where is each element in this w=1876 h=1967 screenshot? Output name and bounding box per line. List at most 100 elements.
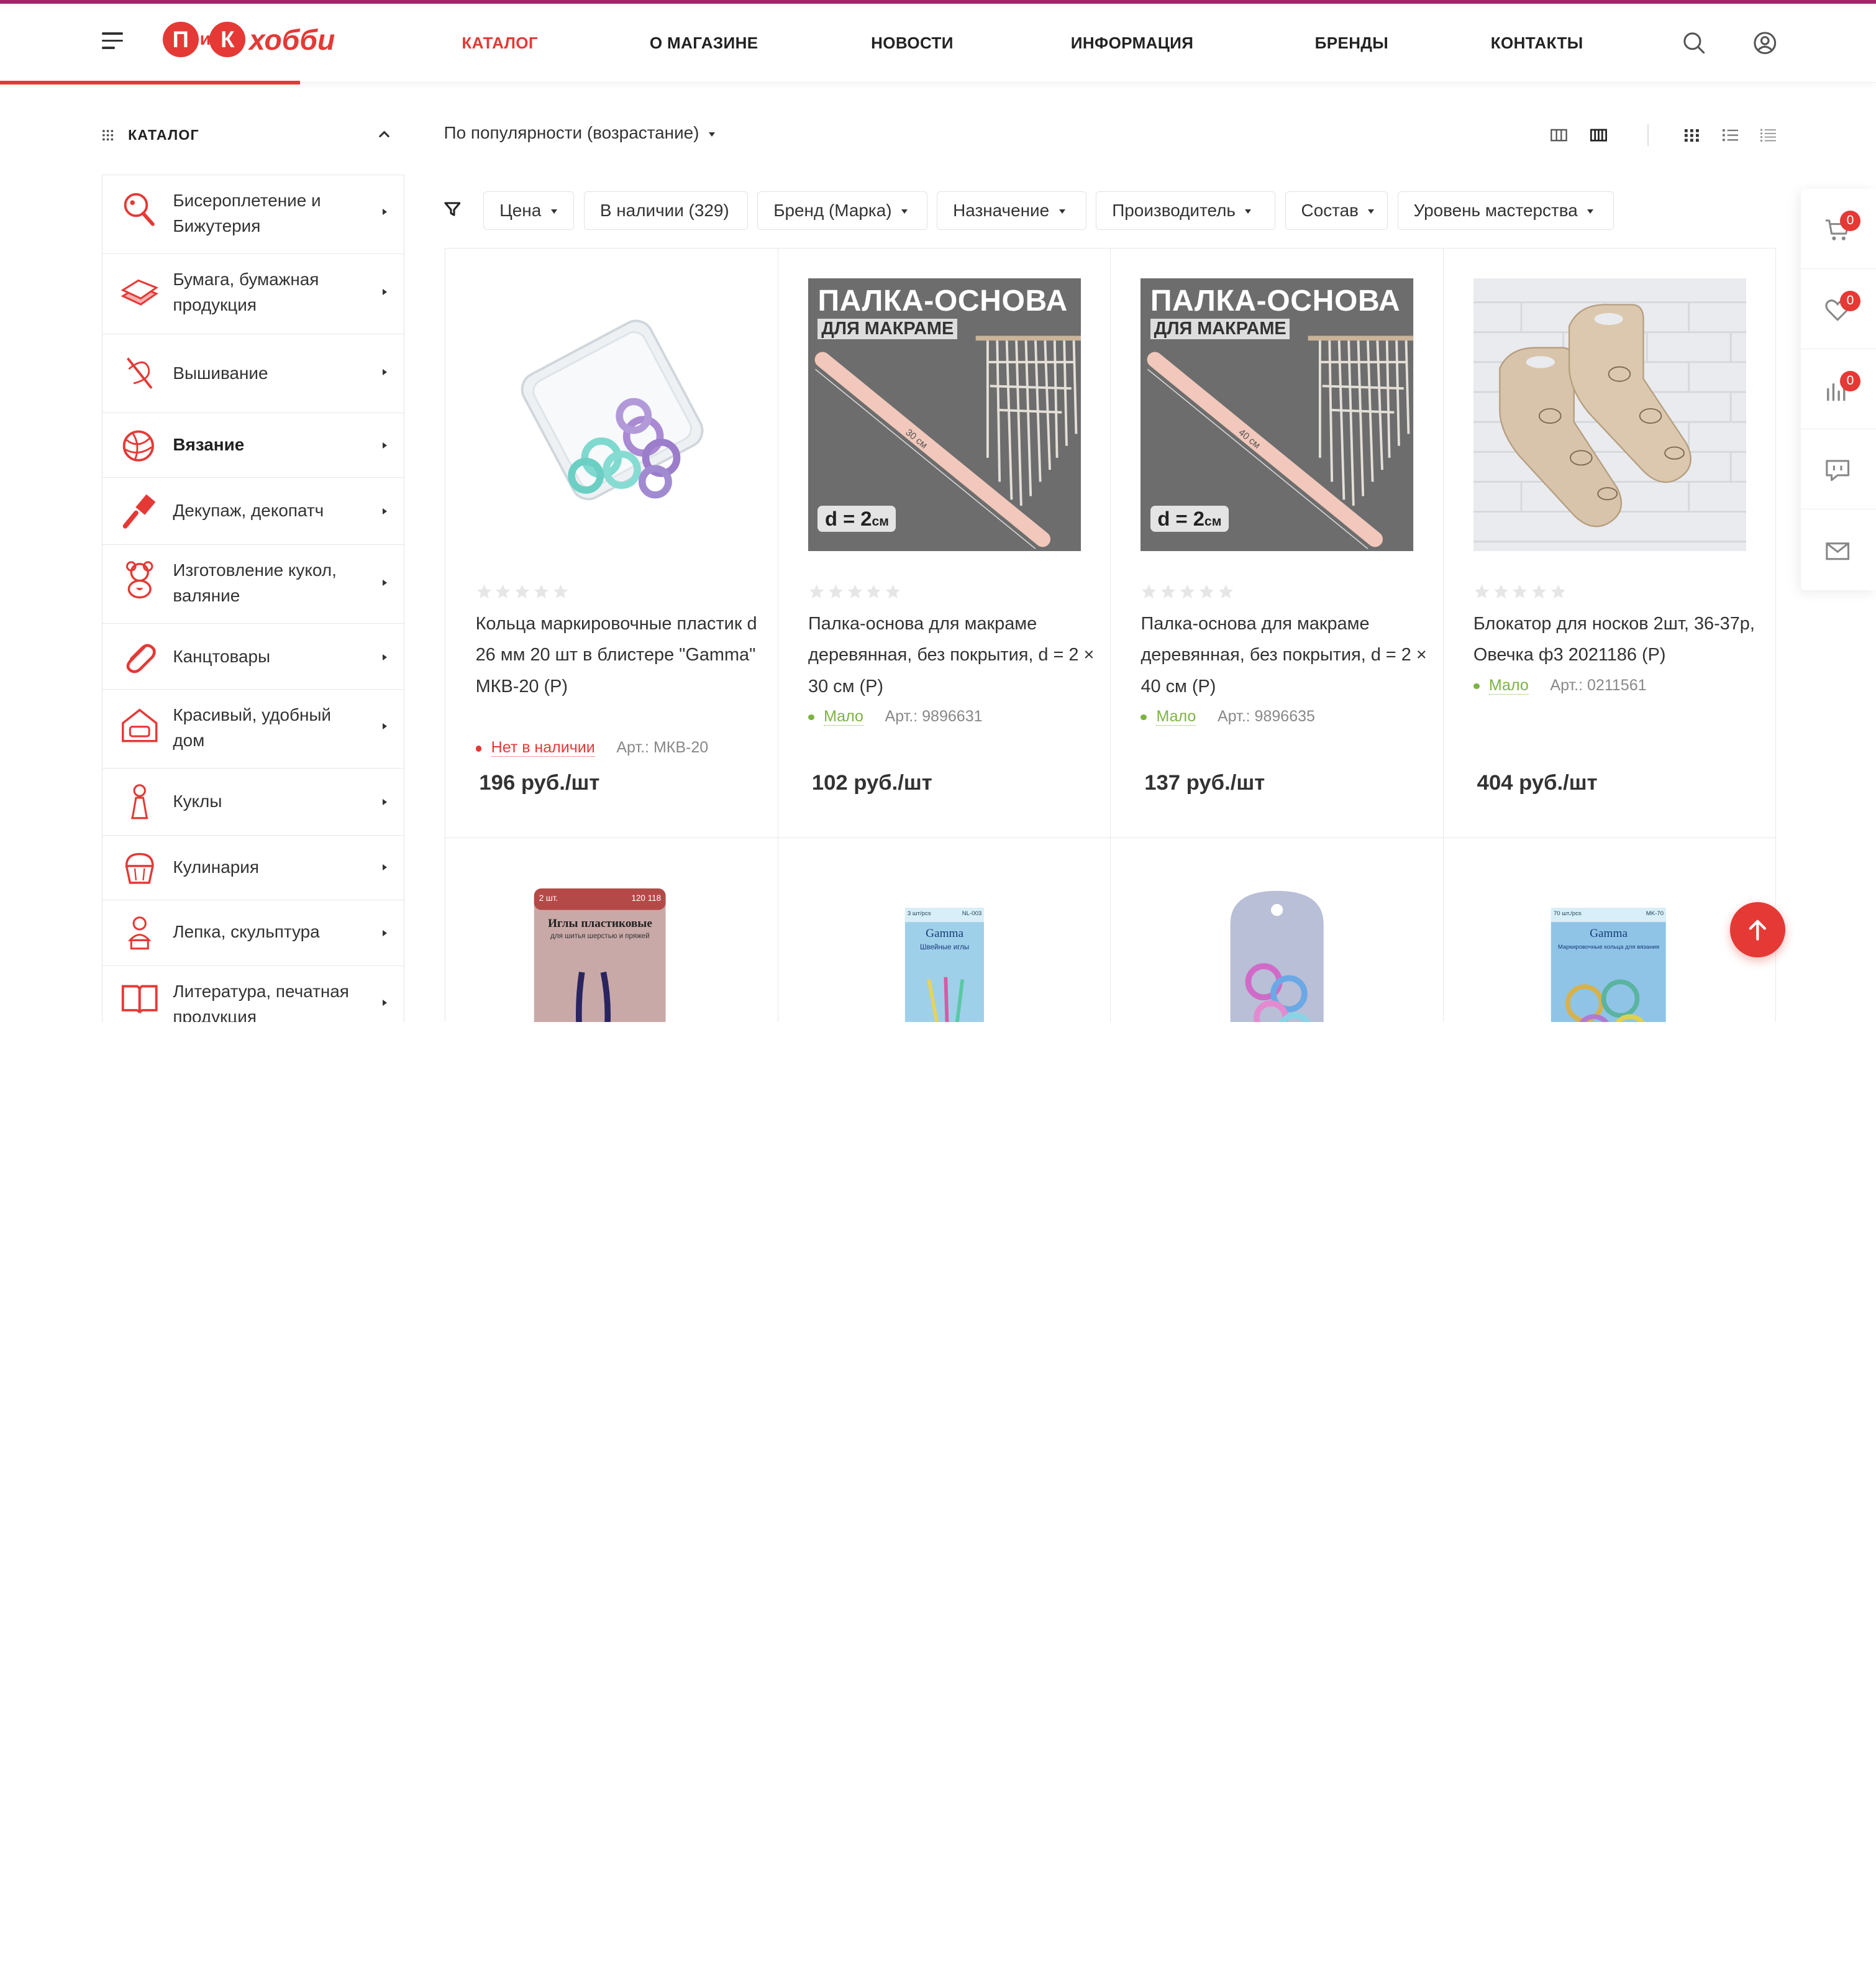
product-price: 137 руб./шт	[1144, 771, 1265, 795]
star-icon	[1180, 584, 1195, 599]
product-image-macrame-stick-40[interactable]: ПАЛКА-ОСНОВА ДЛЯ МАКРАМЕ 40 см d = 2см	[1141, 278, 1414, 551]
image-title: ПАЛКА-ОСНОВА	[1150, 283, 1401, 317]
package-brand: Gamma	[926, 926, 964, 940]
package-title: Иглы пластиковые	[547, 917, 652, 931]
filter-funnel-icon[interactable]	[444, 201, 461, 217]
sidebar-item-knitting[interactable]: Вязание	[102, 413, 404, 478]
filter-skill-level[interactable]: Уровень мастерства	[1397, 191, 1614, 230]
star-icon	[496, 584, 511, 599]
filter-brand[interactable]: Бренд (Марка)	[757, 191, 927, 230]
stock-status: Мало Арт.: 9896635	[1141, 708, 1315, 726]
filter-manufacturer[interactable]: Производитель	[1096, 191, 1276, 230]
caret-down-icon	[1368, 209, 1375, 214]
nav-about[interactable]: О МАГАЗИНЕ	[650, 34, 758, 53]
search-icon[interactable]	[1682, 31, 1706, 55]
menu-burger-icon[interactable]	[101, 32, 124, 49]
product-title[interactable]: Палка-основа для макраме деревянная, без…	[808, 608, 1095, 701]
sidebar-item-paper[interactable]: Бумага, бумажная продукция	[102, 254, 404, 335]
view-3-columns-icon[interactable]	[1550, 128, 1567, 142]
stock-status: Мало Арт.: 9896631	[808, 708, 983, 726]
sidebar-item-cooking[interactable]: Кулинария	[102, 836, 404, 901]
caret-down-icon	[1059, 209, 1065, 214]
scroll-to-top-button[interactable]	[1729, 902, 1785, 957]
product-title[interactable]: Блокатор для носков 2шт, 36-37р, Овечка …	[1473, 608, 1760, 670]
stock-status: Нет в наличии Арт.: МКВ-20	[475, 739, 708, 757]
product-image-macrame-stick-30[interactable]: ПАЛКА-ОСНОВА ДЛЯ МАКРАМЕ 30 см d = 2см	[808, 278, 1081, 551]
product-card[interactable]: ПАЛКА-ОСНОВА ДЛЯ МАКРАМЕ 40 см d = 2см П…	[1111, 248, 1444, 839]
filter-purpose[interactable]: Назначение	[937, 191, 1086, 230]
filter-composition[interactable]: Состав	[1285, 191, 1388, 230]
product-image-knitting-markers[interactable]: 70 шт./pcs MK-70 Gamma Маркировочные кол…	[1549, 907, 1669, 1022]
compare-count-badge: 0	[1840, 371, 1860, 391]
star-icon	[534, 584, 549, 599]
arrow-right-icon	[383, 1000, 387, 1006]
sidebar-item-decoupage[interactable]: Декупаж, декопатч	[102, 478, 404, 545]
view-4-columns-icon[interactable]	[1590, 128, 1607, 142]
page: П и К хобби КАТАЛОГ О МАГАЗИНЕ НОВОСТИ И…	[0, 0, 1876, 1022]
filter-price[interactable]: Цена	[483, 191, 575, 230]
rating-stars	[808, 583, 901, 600]
nav-news[interactable]: НОВОСТИ	[871, 34, 954, 53]
sort-select[interactable]: По популярности (возрастание)	[444, 123, 715, 143]
chat-button[interactable]	[1800, 429, 1876, 510]
favorites-button[interactable]: 0	[1800, 269, 1876, 350]
star-icon	[1161, 584, 1176, 599]
arrow-right-icon	[383, 289, 387, 296]
star-icon	[515, 584, 530, 599]
paper-stack-icon	[121, 279, 158, 306]
sidebar-item-stationery[interactable]: Канцтовары	[102, 624, 404, 690]
product-title[interactable]: Палка-основа для макраме деревянная, без…	[1141, 608, 1427, 701]
view-list-icon[interactable]	[1722, 128, 1739, 142]
product-image-sock-blocker[interactable]	[1473, 278, 1747, 551]
paperclip-icon	[126, 644, 156, 673]
sidebar-item-literature[interactable]: Литература, печатная продукция	[102, 966, 404, 1022]
star-icon	[1142, 584, 1157, 599]
sidebar-item-modeling[interactable]: Лепка, скульптура	[102, 900, 404, 967]
product-image-plastic-needles[interactable]: 2 шт. 120 118 Иглы пластиковые для шитья…	[529, 888, 670, 1022]
image-subtitle: ДЛЯ МАКРАМЕ	[1150, 319, 1290, 340]
chevron-up-icon[interactable]	[377, 127, 391, 141]
nav-catalog[interactable]: КАТАЛОГ	[462, 34, 538, 53]
grid-dots-icon	[102, 129, 113, 141]
product-card[interactable]: ПАЛКА-ОСНОВА ДЛЯ МАКРАМЕ 30 см d = 2см П…	[778, 248, 1111, 839]
product-card[interactable]: 2 шт. 120 118 Иглы пластиковые для шитья…	[445, 838, 778, 1022]
sort-label: По популярности (возрастание)	[444, 123, 699, 143]
catalog-heading[interactable]: КАТАЛОГ	[102, 124, 401, 148]
filter-label: Производитель	[1112, 200, 1236, 220]
email-button[interactable]	[1801, 509, 1876, 590]
cart-button[interactable]: 0	[1800, 189, 1876, 270]
nav-info[interactable]: ИНФОРМАЦИЯ	[1071, 34, 1194, 53]
sidebar-item-embroidery[interactable]: Вышивание	[102, 334, 404, 414]
nav-brands[interactable]: БРЕНДЫ	[1315, 34, 1388, 53]
view-tiles-icon[interactable]	[1683, 128, 1700, 142]
floating-panel: 0 0 0	[1800, 189, 1876, 590]
logo[interactable]: П и К хобби	[162, 13, 335, 66]
sidebar-item-beading[interactable]: Бисероплетение и Бижутерия	[102, 175, 404, 255]
arrow-right-icon	[383, 864, 387, 871]
product-card[interactable]	[1111, 838, 1444, 1022]
star-icon	[1551, 584, 1566, 599]
package-subtitle: Маркировочные кольца для вязания	[1557, 943, 1660, 951]
product-card[interactable]: Кольца маркировочные пластик d 26 мм 20 …	[445, 248, 778, 839]
product-card[interactable]: 3 шт/pcs NL-003 Gamma Швейные иглы	[778, 838, 1111, 1022]
product-card[interactable]: 70 шт./pcs MK-70 Gamma Маркировочные кол…	[1444, 838, 1777, 1022]
sidebar-item-home[interactable]: Красивый, удобный дом	[102, 690, 404, 769]
star-icon	[1532, 584, 1547, 599]
user-account-icon[interactable]	[1753, 31, 1777, 55]
compare-button[interactable]: 0	[1800, 349, 1876, 430]
doll-icon	[130, 783, 148, 819]
product-image-marker-rings-pack[interactable]	[1223, 888, 1331, 1022]
product-image-sewing-needles[interactable]: 3 шт/pcs NL-003 Gamma Швейные иглы	[903, 907, 986, 1022]
sidebar-item-dolls[interactable]: Куклы	[102, 769, 404, 836]
sidebar-item-dolls-making[interactable]: Изготовление кукол, валяние	[102, 545, 404, 624]
filter-in-stock[interactable]: В наличии (329)	[583, 191, 748, 230]
star-icon	[809, 584, 824, 599]
view-compact-list-icon[interactable]	[1760, 128, 1777, 142]
catalog-title: КАТАЛОГ	[128, 127, 199, 144]
nav-contacts[interactable]: КОНТАКТЫ	[1491, 34, 1583, 53]
product-image-marker-rings[interactable]	[475, 278, 749, 551]
product-card[interactable]: Блокатор для носков 2шт, 36-37р, Овечка …	[1443, 248, 1777, 839]
package-count: 3 шт/pcs	[907, 910, 931, 917]
filter-label: Цена	[499, 200, 542, 220]
product-title[interactable]: Кольца маркировочные пластик d 26 мм 20 …	[476, 608, 763, 701]
